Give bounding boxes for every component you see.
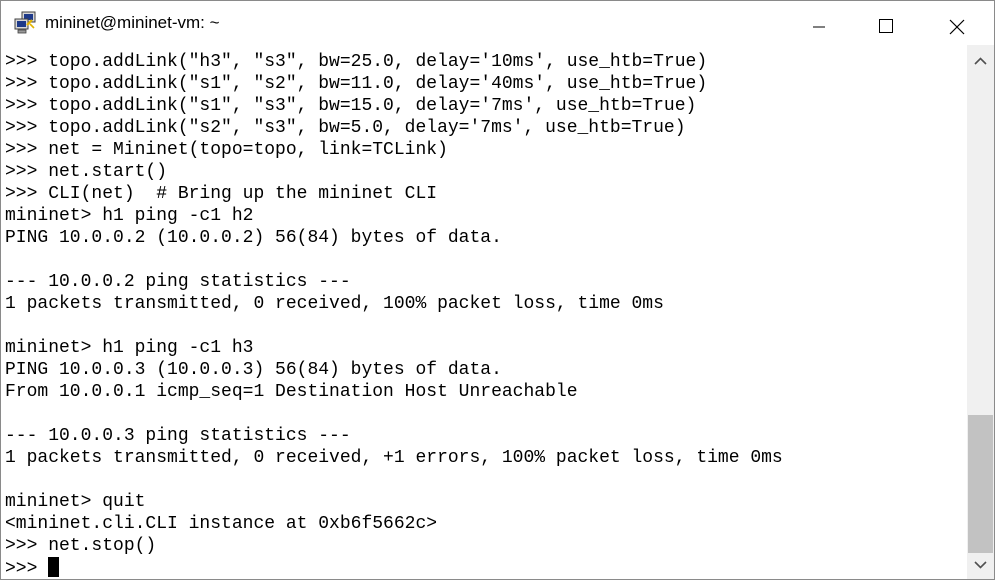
vertical-scrollbar[interactable]	[967, 45, 994, 579]
terminal-line: PING 10.0.0.3 (10.0.0.3) 56(84) bytes of…	[5, 360, 502, 380]
terminal-prompt-line[interactable]: >>>	[5, 557, 60, 579]
terminal-line: >>> topo.addLink("h3", "s3", bw=25.0, de…	[5, 52, 708, 72]
terminal-line: >>> topo.addLink("s1", "s2", bw=11.0, de…	[5, 74, 708, 94]
maximize-icon	[879, 19, 893, 33]
terminal-line: >>> net = Mininet(topo=topo, link=TCLink…	[5, 140, 448, 160]
terminal-output[interactable]: >>> topo.addLink("h3", "s3", bw=25.0, de…	[1, 45, 967, 579]
putty-icon[interactable]	[13, 11, 37, 35]
terminal-line: PING 10.0.0.2 (10.0.0.2) 56(84) bytes of…	[5, 228, 502, 248]
terminal-line: mininet> h1 ping -c1 h2	[5, 206, 254, 226]
terminal-line: mininet> quit	[5, 492, 146, 512]
terminal-line: >>> net.start()	[5, 162, 168, 182]
scrollbar-thumb[interactable]	[968, 415, 993, 553]
terminal-line: --- 10.0.0.2 ping statistics ---	[5, 272, 351, 292]
title-bar[interactable]: mininet@mininet-vm: ~	[1, 1, 994, 45]
text-cursor	[48, 557, 60, 577]
close-button[interactable]	[933, 1, 979, 45]
minimize-button[interactable]	[796, 1, 842, 45]
chevron-up-icon	[974, 57, 987, 65]
terminal-line: >>> topo.addLink("s1", "s3", bw=15.0, de…	[5, 96, 697, 116]
terminal-line: 1 packets transmitted, 0 received, +1 er…	[5, 448, 783, 468]
terminal-line: >>> net.stop()	[5, 536, 157, 556]
terminal-line: <mininet.cli.CLI instance at 0xb6f5662c>	[5, 514, 438, 534]
terminal-line: mininet> h1 ping -c1 h3	[5, 338, 254, 358]
chevron-down-icon	[974, 561, 987, 569]
close-icon	[949, 19, 965, 35]
terminal-line: 1 packets transmitted, 0 received, 100% …	[5, 294, 664, 314]
terminal-line: From 10.0.0.1 icmp_seq=1 Destination Hos…	[5, 382, 578, 402]
maximize-button[interactable]	[862, 1, 908, 45]
terminal-line: --- 10.0.0.3 ping statistics ---	[5, 426, 351, 446]
terminal-line: >>> topo.addLink("s2", "s3", bw=5.0, del…	[5, 118, 686, 138]
minimize-icon	[813, 26, 825, 28]
terminal-window: mininet@mininet-vm: ~ >>> topo.addLink("…	[0, 0, 995, 580]
scroll-down-button[interactable]	[967, 553, 994, 577]
scroll-up-button[interactable]	[967, 49, 994, 73]
terminal-line: >>> CLI(net) # Bring up the mininet CLI	[5, 184, 438, 204]
window-title: mininet@mininet-vm: ~	[45, 13, 220, 32]
terminal-prompt: >>>	[5, 559, 49, 579]
